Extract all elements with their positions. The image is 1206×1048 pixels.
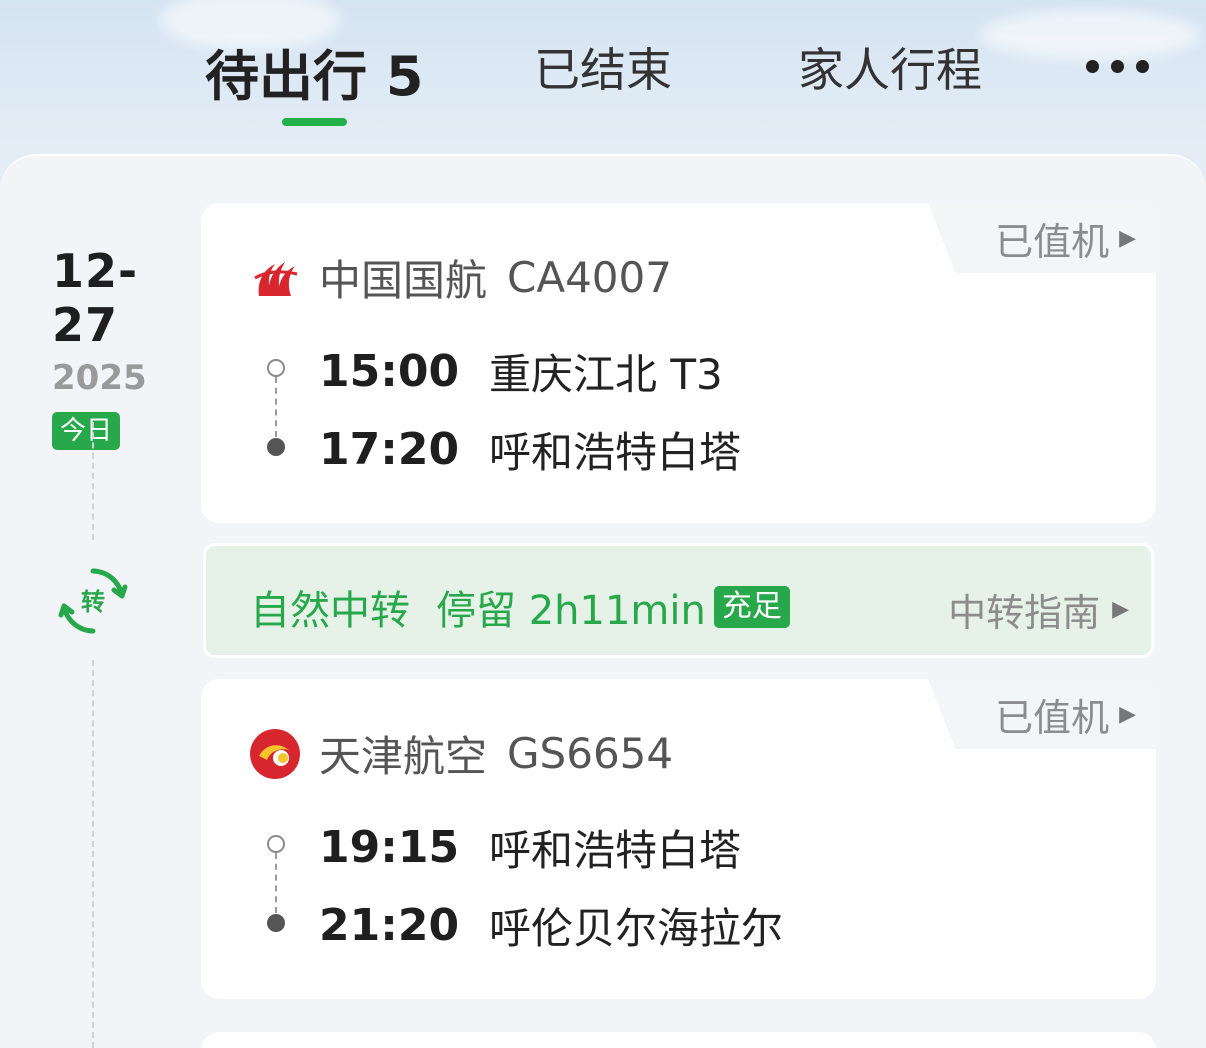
arrival-airport: 呼和浩特白塔 — [489, 428, 742, 477]
checkin-status-label: 已值机 — [995, 695, 1110, 740]
departure-airport: 呼和浩特白塔 — [489, 826, 742, 875]
arrival-dot — [267, 914, 285, 932]
tab-upcoming-label: 待出行 — [205, 45, 367, 108]
tab-upcoming-count: 5 — [385, 45, 424, 108]
airline-row: 天津航空 GS6654 — [249, 723, 673, 784]
more-dots-icon[interactable] — [1086, 56, 1156, 76]
route-connector — [275, 377, 277, 437]
departure-leg: 19:15 呼和浩特白塔 — [319, 817, 741, 878]
transfer-icon-label: 转 — [81, 588, 105, 616]
active-tab-indicator — [282, 118, 347, 126]
departure-airport: 重庆江北 T3 — [489, 350, 723, 399]
transfer-guide-link[interactable]: 中转指南 ▶ — [948, 582, 1129, 637]
play-arrow-icon: ▶ — [1112, 597, 1129, 622]
arrival-dot — [267, 438, 285, 456]
flight-number: CA4007 — [507, 253, 672, 302]
checkin-status-link[interactable]: 已值机 ▶ — [928, 679, 1156, 749]
departure-time: 19:15 — [319, 822, 460, 873]
timeline-connector — [92, 422, 94, 540]
timeline-connector — [92, 660, 94, 1048]
transfer-icon: 转 — [58, 566, 128, 636]
flight-number: GS6654 — [507, 729, 674, 778]
play-arrow-icon: ▶ — [1119, 701, 1136, 727]
arrival-airport: 呼伦贝尔海拉尔 — [489, 904, 784, 953]
transfer-type: 自然中转 — [250, 588, 410, 634]
trip-date: 12-27 2025 今日 — [52, 244, 192, 450]
checkin-status-link[interactable]: 已值机 ▶ — [928, 203, 1156, 273]
transfer-ample-badge: 充足 — [713, 586, 790, 628]
airline-name: 中国国航 — [319, 256, 488, 305]
departure-leg: 15:00 重庆江北 T3 — [319, 341, 723, 402]
arrival-time: 17:20 — [319, 424, 460, 475]
arrival-leg: 17:20 呼和浩特白塔 — [319, 419, 741, 480]
flight-card[interactable]: 已值机 ▶ 天津航空 GS6654 19:15 呼和浩特白塔 21:20 呼伦贝… — [201, 679, 1156, 999]
play-arrow-icon: ▶ — [1119, 225, 1136, 251]
arrival-time: 21:20 — [319, 900, 460, 951]
flight-card[interactable]: 已值机 ▶ 中国国航 CA4007 15:00 重庆江北 T3 17:20 呼和… — [201, 203, 1156, 523]
departure-dot — [267, 835, 285, 853]
departure-time: 15:00 — [319, 346, 460, 397]
trip-tabs: 待出行 5 已结束 家人行程 — [0, 0, 1206, 150]
tab-finished[interactable]: 已结束 — [534, 34, 672, 100]
checkin-status-label: 已值机 — [995, 219, 1110, 264]
tab-upcoming[interactable]: 待出行 5 — [205, 32, 423, 111]
transfer-info-bar: 自然中转 停留 2h11min 充足 中转指南 ▶ — [203, 543, 1154, 658]
tab-family-trips[interactable]: 家人行程 — [798, 34, 982, 100]
today-badge: 今日 — [52, 412, 121, 450]
next-trip-card[interactable] — [201, 1032, 1156, 1048]
tianjin-airlines-logo-icon — [250, 728, 300, 779]
trip-date-day: 12-27 — [52, 244, 139, 352]
transfer-stay: 停留 2h11min — [436, 588, 706, 634]
trip-date-year: 2025 — [52, 358, 147, 398]
transfer-summary: 自然中转 停留 2h11min 充足 — [250, 578, 790, 636]
trips-page: 待出行 5 已结束 家人行程 12-27 2025 今日 转 已值机 ▶ 中国国… — [0, 0, 1206, 1048]
air-china-logo-icon — [254, 261, 298, 296]
airline-name: 天津航空 — [319, 732, 488, 781]
route-connector — [275, 853, 277, 913]
departure-dot — [267, 359, 285, 377]
airline-row: 中国国航 CA4007 — [249, 247, 672, 308]
arrival-leg: 21:20 呼伦贝尔海拉尔 — [319, 895, 783, 956]
transfer-guide-label: 中转指南 — [948, 591, 1101, 635]
